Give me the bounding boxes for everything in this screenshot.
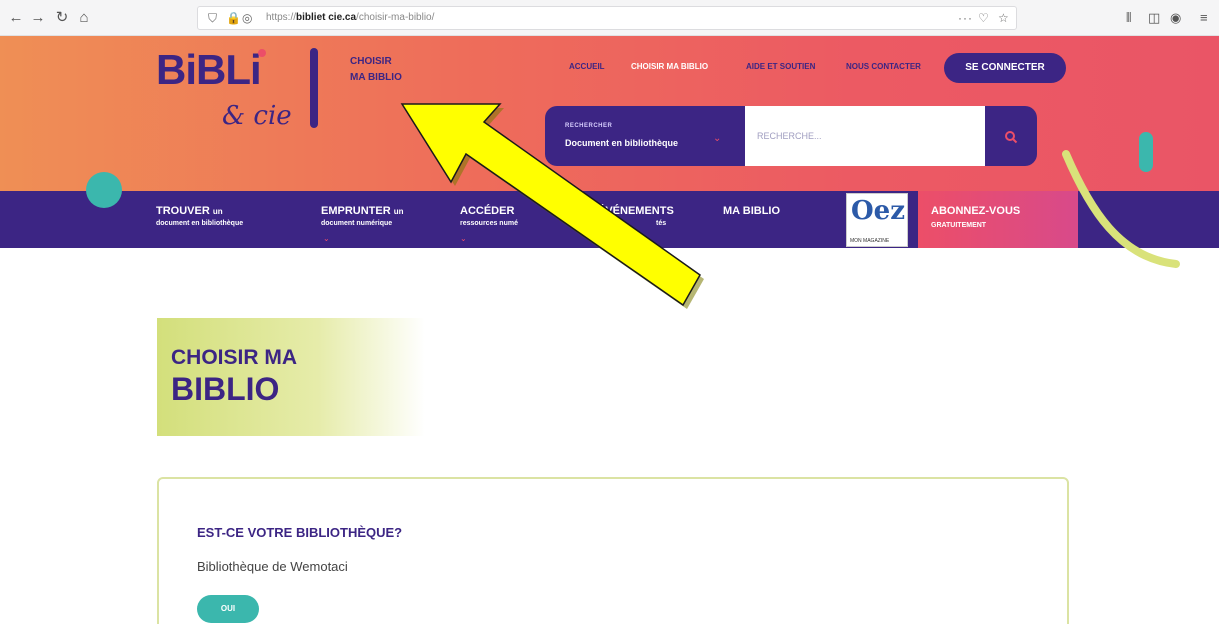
subscribe-title: ABONNEZ-VOUS bbox=[931, 205, 1021, 217]
search-category-label: RECHERCHER bbox=[565, 123, 613, 129]
home-icon[interactable]: ⌂ bbox=[74, 8, 94, 28]
bookmark-star-icon[interactable]: ☆ bbox=[998, 9, 1009, 27]
nav-nous-contacter[interactable]: NOUS CONTACTER bbox=[846, 62, 921, 71]
library-question: EST-CE VOTRE BIBLIOTHÈQUE? bbox=[197, 525, 403, 540]
page-title-line2: BIBLIO bbox=[171, 371, 280, 407]
mainnav-trouver-title: TROUVER bbox=[156, 205, 210, 217]
page-title-block: CHOISIR MA BIBLIO bbox=[157, 318, 425, 436]
menu-icon[interactable]: ≡ bbox=[1200, 8, 1208, 28]
mainnav-evenements[interactable]: ÉVÉNEMENTS tés bbox=[598, 205, 674, 229]
nav-choisir-ma-biblio[interactable]: CHOISIR MA BIBLIO bbox=[631, 62, 708, 71]
library-icon[interactable]: ⫴ bbox=[1126, 8, 1131, 28]
mainnav-acceder-title: ACCÉDER bbox=[460, 205, 515, 217]
library-name: Bibliothèque de Wemotaci bbox=[197, 559, 348, 574]
mainnav-trouver-title-small: un bbox=[212, 207, 223, 216]
reload-icon[interactable]: ↻ bbox=[52, 8, 72, 28]
page-actions-icon[interactable]: ··· bbox=[958, 9, 973, 27]
pocket-icon[interactable]: ♡ bbox=[978, 9, 989, 27]
mainnav-evenements-sub: tés bbox=[656, 220, 667, 227]
mainnav-acceder-sub: ressources numé bbox=[460, 220, 518, 227]
decorative-circle bbox=[86, 172, 122, 208]
forward-icon[interactable]: → bbox=[28, 8, 48, 28]
search-category-value: Document en bibliothèque bbox=[565, 138, 679, 148]
shield-icon[interactable]: ⛉ bbox=[208, 9, 217, 27]
mainnav-emprunter-title: EMPRUNTER bbox=[321, 205, 391, 217]
search-box: RECHERCHER Document en bibliothèque ⌄ bbox=[545, 106, 1037, 166]
choisir-line2: MA BIBLIO bbox=[350, 72, 402, 83]
logo[interactable]: BiBLi bbox=[156, 46, 262, 94]
lock-icon[interactable]: 🔒 bbox=[226, 9, 241, 27]
logo-subtitle: & cie bbox=[222, 101, 292, 131]
subscribe-banner[interactable]: ABONNEZ-VOUS GRATUITEMENT bbox=[918, 191, 1078, 248]
sidebar-icon[interactable]: ◫ bbox=[1148, 8, 1160, 28]
search-category-select[interactable]: RECHERCHER Document en bibliothèque ⌄ bbox=[545, 106, 745, 166]
mainnav-trouver[interactable]: TROUVER un document en bibliothèque bbox=[156, 205, 243, 229]
chevron-down-icon: ⌄ bbox=[460, 234, 467, 243]
mainnav-emprunter-sub: document numérique bbox=[321, 220, 393, 227]
search-icon bbox=[1005, 131, 1018, 144]
address-bar[interactable]: ⛉ 🔒 ◎ https://bibliet cie.ca/choisir-ma-… bbox=[197, 6, 1017, 30]
decorative-pill bbox=[1139, 132, 1153, 172]
connect-button[interactable]: SE CONNECTER bbox=[944, 53, 1066, 83]
nav-accueil[interactable]: ACCUEIL bbox=[569, 62, 605, 71]
choisir-line1: CHOISIR bbox=[350, 56, 392, 67]
mainnav-evenements-title: ÉVÉNEMENTS bbox=[598, 205, 674, 217]
logo-divider bbox=[310, 48, 318, 128]
back-icon[interactable]: ← bbox=[6, 8, 26, 28]
choisir-ma-biblio-link[interactable]: CHOISIR MA BIBLIO bbox=[350, 54, 440, 86]
nav-aide-et-soutien[interactable]: AIDE ET SOUTIEN bbox=[746, 62, 815, 71]
mainnav-ma-biblio[interactable]: MA BIBLIO bbox=[723, 205, 780, 218]
mainnav-trouver-sub: document en bibliothèque bbox=[156, 220, 244, 227]
search-button[interactable] bbox=[985, 106, 1037, 166]
logo-dot bbox=[258, 49, 266, 57]
page-title-line1: CHOISIR MA bbox=[171, 346, 297, 369]
mainnav-acceder[interactable]: ACCÉDER ressources numé bbox=[460, 205, 518, 229]
search-input[interactable] bbox=[745, 106, 985, 166]
mainnav-emprunter-title-small: un bbox=[393, 207, 404, 216]
chevron-down-icon: ⌄ bbox=[713, 133, 722, 144]
subscribe-sub: GRATUITEMENT bbox=[931, 222, 987, 229]
magazine-caption: MON MAGAZINE bbox=[850, 238, 890, 244]
oui-button[interactable]: OUI bbox=[197, 595, 259, 623]
permissions-icon[interactable]: ◎ bbox=[242, 9, 252, 27]
chevron-down-icon: ⌄ bbox=[323, 234, 330, 243]
magazine-letters: Oez bbox=[851, 196, 905, 226]
page: ← → ↻ ⌂ ⛉ 🔒 ◎ https://bibliet cie.ca/cho… bbox=[0, 0, 1219, 624]
magazine-logo[interactable]: Oez MON MAGAZINE bbox=[846, 193, 908, 247]
browser-toolbar: ← → ↻ ⌂ ⛉ 🔒 ◎ https://bibliet cie.ca/cho… bbox=[0, 0, 1219, 36]
library-confirm-card: EST-CE VOTRE BIBLIOTHÈQUE? Bibliothèque … bbox=[157, 477, 1069, 624]
url-text: https://bibliet cie.ca/choisir-ma-biblio… bbox=[266, 12, 435, 23]
mainnav-emprunter[interactable]: EMPRUNTER un document numérique bbox=[321, 205, 404, 229]
mainnav-ma-biblio-title: MA BIBLIO bbox=[723, 205, 781, 217]
account-icon[interactable]: ◉ bbox=[1170, 8, 1181, 28]
